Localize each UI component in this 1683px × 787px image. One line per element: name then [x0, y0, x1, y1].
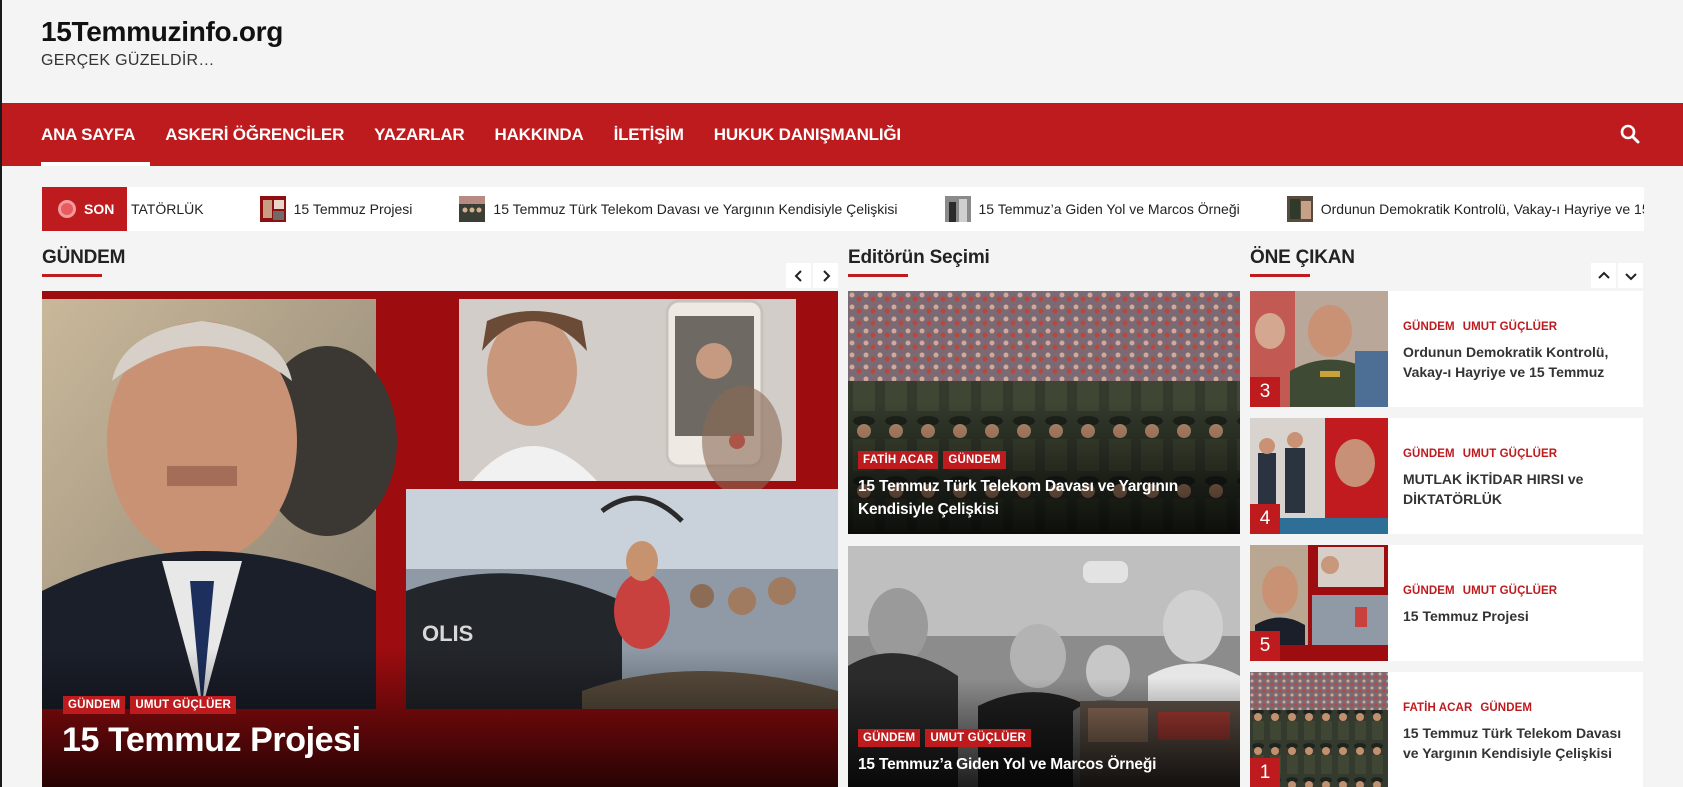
site-header: 15Temmuzinfo.org GERÇEK GÜZELDİR… [2, 0, 1683, 103]
card-image [848, 546, 1240, 787]
hero-tags: GÜNDEM UMUT GÜÇLÜER [63, 695, 241, 714]
ticker-thumbnail [1286, 196, 1313, 222]
featured-categories: GÜNDEM UMUT GÜÇLÜER [1403, 321, 1633, 333]
category-tag[interactable]: UMUT GÜÇLÜER [130, 696, 236, 714]
ticker-item[interactable]: 15 Temmuz Projesi [259, 196, 413, 222]
nav-item-iletisim[interactable]: İLETİŞİM [599, 103, 699, 166]
rank-badge: 3 [1250, 377, 1280, 407]
ticker-item-text: Ordunun Demokratik Kontrolü, Vakay-ı Hay… [1320, 201, 1644, 217]
card-title[interactable]: 15 Temmuz’a Giden Yol ve Marcos Örneği [858, 753, 1156, 776]
featured-thumbnail: 5 [1250, 545, 1388, 661]
nav-item-ana-sayfa[interactable]: ANA SAYFA [41, 103, 151, 166]
ticker-thumbnail [259, 196, 286, 222]
slider-down-button[interactable] [1618, 263, 1643, 288]
featured-item[interactable]: 5 GÜNDEM UMUT GÜÇLÜER 15 Temmuz Projesi [1250, 545, 1643, 661]
card-tags: FATİH ACAR GÜNDEM [858, 450, 1011, 469]
card-title-line: 15 Temmuz Türk Telekom Davası ve Yargını… [858, 478, 1179, 495]
ticker-item[interactable]: 15 Temmuz Türk Telekom Davası ve Yargını… [459, 196, 898, 222]
ticker-label: SON [42, 187, 127, 231]
nav-item-hakkinda[interactable]: HAKKINDA [480, 103, 599, 166]
category-link[interactable]: GÜNDEM [1403, 585, 1455, 597]
nav-item-hukuk-danismanligi[interactable]: HUKUK DANIŞMANLIĞI [699, 103, 916, 166]
category-link[interactable]: GÜNDEM [1403, 448, 1455, 460]
card-title-line: Kendisiyle Çelişkisi [858, 501, 999, 518]
section-title-featured: ÖNE ÇIKAN [1250, 247, 1355, 277]
search-icon[interactable] [1619, 123, 1641, 145]
ticker-item-text: 15 Temmuz Türk Telekom Davası ve Yargını… [493, 201, 898, 217]
featured-thumbnail: 3 [1250, 291, 1388, 407]
nav-item-yazarlar[interactable]: YAZARLAR [359, 103, 479, 166]
rank-badge: 1 [1250, 758, 1280, 787]
slider-prev-button[interactable] [786, 263, 811, 288]
chevron-up-icon [1597, 271, 1610, 279]
ticker-label-text: SON [84, 201, 115, 217]
ticker-thumbnail [944, 196, 971, 222]
ticker-items: TATÖRLÜK 15 Temmuz Projesi 15 Temmuz Tür… [127, 196, 1644, 222]
category-tag[interactable]: GÜNDEM [858, 729, 921, 747]
slider-up-button[interactable] [1591, 263, 1616, 288]
ticker-item-text: 15 Temmuz Projesi [293, 201, 413, 217]
rank-badge: 5 [1250, 631, 1280, 661]
category-link[interactable]: GÜNDEM [1403, 321, 1455, 333]
category-link[interactable]: UMUT GÜÇLÜER [1463, 585, 1557, 597]
featured-title[interactable]: MUTLAK İKTİDAR HIRSI ve DİKTATÖRLÜK [1403, 469, 1633, 509]
card-title[interactable]: 15 Temmuz Türk Telekom Davası ve Yargını… [858, 475, 1178, 521]
chevron-down-icon [1624, 272, 1637, 280]
ticker-item[interactable]: 15 Temmuz’a Giden Yol ve Marcos Örneği [944, 196, 1240, 222]
nav-item-askeri-ogrenciler[interactable]: ASKERİ ÖĞRENCİLER [150, 103, 359, 166]
featured-categories: GÜNDEM UMUT GÜÇLÜER [1403, 585, 1633, 597]
ticker-item-text: 15 Temmuz’a Giden Yol ve Marcos Örneği [978, 201, 1240, 217]
featured-text: GÜNDEM UMUT GÜÇLÜER 15 Temmuz Projesi [1403, 585, 1633, 626]
site-title[interactable]: 15Temmuzinfo.org [41, 16, 1683, 48]
breaking-news-ticker: SON TATÖRLÜK 15 Temmuz Projesi 15 Temmuz… [42, 187, 1644, 231]
category-tag[interactable]: GÜNDEM [943, 451, 1006, 469]
featured-thumbnail: 1 [1250, 672, 1388, 787]
featured-item[interactable]: 3 GÜNDEM UMUT GÜÇLÜER Ordunun Demokratik … [1250, 291, 1643, 407]
category-link[interactable]: FATİH ACAR [1403, 702, 1472, 714]
chevron-right-icon [822, 269, 830, 282]
category-tag[interactable]: GÜNDEM [63, 696, 126, 714]
site-tagline: GERÇEK GÜZELDİR… [41, 52, 215, 69]
featured-categories: GÜNDEM UMUT GÜÇLÜER [1403, 448, 1633, 460]
ticker-item[interactable]: Ordunun Demokratik Kontrolü, Vakay-ı Hay… [1286, 196, 1644, 222]
featured-title[interactable]: 15 Temmuz Projesi [1403, 606, 1633, 626]
card-tags: GÜNDEM UMUT GÜÇLÜER [858, 728, 1036, 747]
featured-title[interactable]: 15 Temmuz Türk Telekom Davası ve Yargını… [1403, 723, 1633, 763]
live-dot-icon [58, 200, 76, 218]
gundem-slider-arrows [786, 263, 838, 288]
slider-next-button[interactable] [813, 263, 838, 288]
main-navigation: ANA SAYFA ASKERİ ÖĞRENCİLER YAZARLAR HAK… [2, 103, 1683, 166]
rank-badge: 4 [1250, 504, 1280, 534]
featured-item[interactable]: 4 GÜNDEM UMUT GÜÇLÜER MUTLAK İKTİDAR HIRS… [1250, 418, 1643, 534]
featured-categories: FATİH ACAR GÜNDEM [1403, 702, 1633, 714]
featured-text: GÜNDEM UMUT GÜÇLÜER MUTLAK İKTİDAR HIRSI … [1403, 448, 1633, 509]
chevron-left-icon [794, 269, 802, 282]
category-tag[interactable]: UMUT GÜÇLÜER [925, 729, 1031, 747]
featured-text: FATİH ACAR GÜNDEM 15 Temmuz Türk Telekom … [1403, 702, 1633, 763]
section-title-editor: Editörün Seçimi [848, 247, 990, 277]
category-link[interactable]: GÜNDEM [1480, 702, 1532, 714]
nav-menu: ANA SAYFA ASKERİ ÖĞRENCİLER YAZARLAR HAK… [41, 103, 916, 166]
hero-title[interactable]: 15 Temmuz Projesi [62, 721, 361, 760]
featured-text: GÜNDEM UMUT GÜÇLÜER Ordunun Demokratik Ko… [1403, 321, 1633, 382]
section-title-gundem: GÜNDEM [42, 247, 126, 277]
featured-slider-arrows [1591, 263, 1643, 288]
gundem-hero-slide[interactable]: OLIS GÜNDEMUMUT GÜÇLÜER 15 Temmuz Projes… [42, 291, 838, 787]
featured-item[interactable]: 1 FATİH ACAR GÜNDEM 15 Temmuz Türk Teleko… [1250, 672, 1643, 787]
featured-title[interactable]: Ordunun Demokratik Kontrolü, Vakay-ı Hay… [1403, 342, 1633, 382]
editor-card[interactable]: FATİH ACAR GÜNDEM 15 Temmuz Türk Telekom … [848, 291, 1240, 534]
category-link[interactable]: UMUT GÜÇLÜER [1463, 448, 1557, 460]
ticker-thumbnail [459, 196, 486, 222]
editor-card[interactable]: GÜNDEM UMUT GÜÇLÜER 15 Temmuz’a Giden Yol… [848, 546, 1240, 787]
card-title-line: 15 Temmuz’a Giden Yol ve Marcos Örneği [858, 756, 1157, 773]
featured-thumbnail: 4 [1250, 418, 1388, 534]
category-tag[interactable]: FATİH ACAR [858, 451, 939, 469]
ticker-item-partial[interactable]: TATÖRLÜK [131, 201, 204, 217]
category-link[interactable]: UMUT GÜÇLÜER [1463, 321, 1557, 333]
